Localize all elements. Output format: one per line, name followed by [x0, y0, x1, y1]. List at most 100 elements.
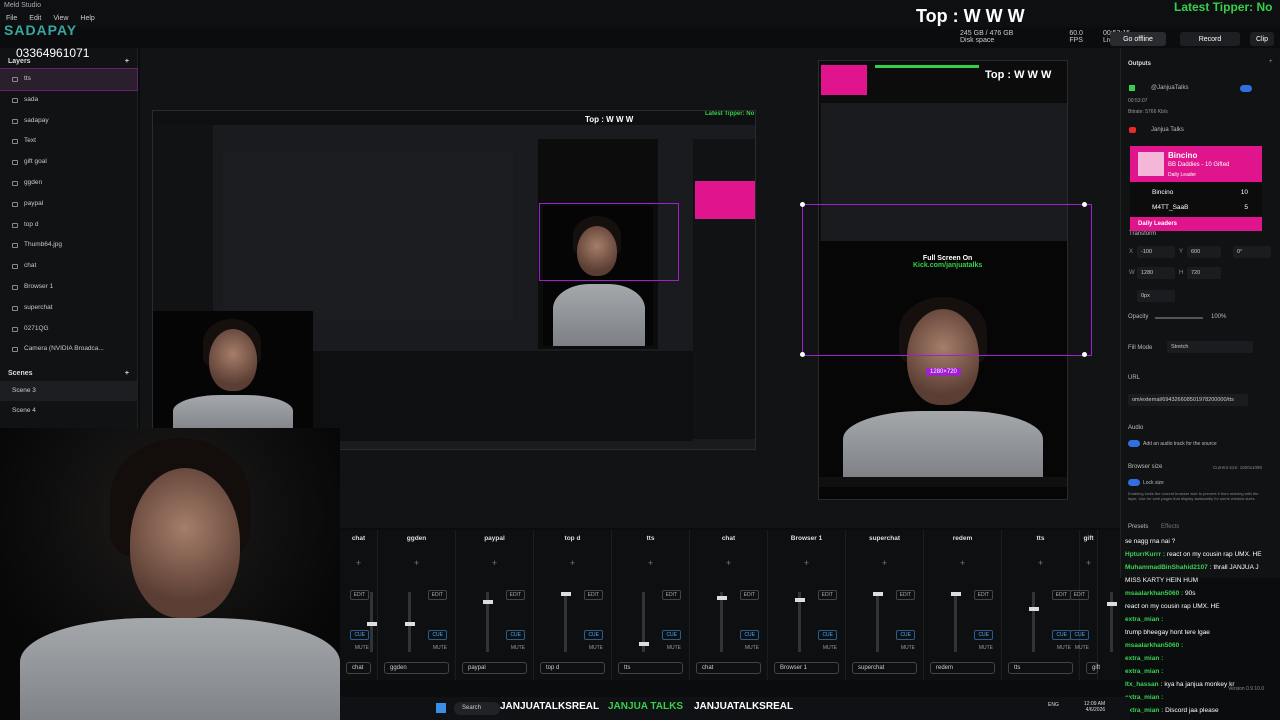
- edit-button[interactable]: EDIT: [1051, 590, 1071, 600]
- clip-button[interactable]: Clip: [1250, 32, 1274, 46]
- resize-handle[interactable]: [1082, 202, 1087, 207]
- rotation-field[interactable]: 0°: [1233, 246, 1271, 258]
- layer-item[interactable]: top d: [0, 215, 137, 236]
- edit-button[interactable]: EDIT: [583, 590, 603, 600]
- layer-item[interactable]: chat: [0, 256, 137, 277]
- volume-fader[interactable]: [794, 592, 805, 652]
- edit-button[interactable]: EDIT: [349, 590, 369, 600]
- y-field[interactable]: 600: [1187, 246, 1221, 258]
- mute-button[interactable]: MUTE: [979, 645, 993, 651]
- fader-knob[interactable]: [1028, 607, 1039, 611]
- fader-knob[interactable]: [794, 598, 805, 602]
- volume-fader[interactable]: [1106, 592, 1117, 652]
- url-field[interactable]: om/external/694326608501978200000/tts: [1128, 394, 1248, 406]
- fader-knob[interactable]: [404, 622, 415, 626]
- lock-size-toggle[interactable]: [1128, 479, 1140, 486]
- channel-footer[interactable]: top d: [540, 662, 605, 674]
- x-field[interactable]: -100: [1137, 246, 1175, 258]
- cue-button[interactable]: CUE: [428, 630, 447, 640]
- selected-layer-bounds[interactable]: [802, 204, 1092, 356]
- volume-fader[interactable]: [950, 592, 961, 652]
- channel-footer[interactable]: tts: [618, 662, 683, 674]
- volume-fader[interactable]: [872, 592, 883, 652]
- cue-button[interactable]: CUE: [740, 630, 759, 640]
- channel-footer[interactable]: Browser 1: [774, 662, 839, 674]
- record-button[interactable]: Record: [1180, 32, 1240, 46]
- layer-item[interactable]: Camera (NVIDIA Broadca...: [0, 339, 137, 360]
- add-filter-button[interactable]: +: [340, 558, 377, 568]
- layer-item[interactable]: gift goal: [0, 152, 137, 173]
- fader-knob[interactable]: [366, 622, 377, 626]
- mute-button[interactable]: MUTE: [901, 645, 915, 651]
- fader-knob[interactable]: [716, 596, 727, 600]
- output-toggle[interactable]: [1240, 85, 1252, 92]
- add-filter-button[interactable]: +: [456, 558, 533, 568]
- resize-handle[interactable]: [1082, 352, 1087, 357]
- cue-button[interactable]: CUE: [350, 630, 369, 640]
- fader-knob[interactable]: [638, 642, 649, 646]
- fill-mode-select[interactable]: Stretch: [1167, 341, 1253, 353]
- channel-footer[interactable]: paypal: [462, 662, 527, 674]
- mute-button[interactable]: MUTE: [1057, 645, 1071, 651]
- windows-icon[interactable]: [436, 703, 446, 713]
- add-layer-button[interactable]: +: [125, 58, 129, 65]
- edit-button[interactable]: EDIT: [427, 590, 447, 600]
- add-filter-button[interactable]: +: [378, 558, 455, 568]
- volume-fader[interactable]: [366, 592, 377, 652]
- mute-button[interactable]: MUTE: [433, 645, 447, 651]
- add-filter-button[interactable]: +: [768, 558, 845, 568]
- edit-button[interactable]: EDIT: [661, 590, 681, 600]
- radius-field[interactable]: 0px: [1137, 290, 1175, 302]
- add-filter-button[interactable]: +: [1080, 558, 1097, 568]
- cue-button[interactable]: CUE: [584, 630, 603, 640]
- add-filter-button[interactable]: +: [690, 558, 767, 568]
- layer-item[interactable]: superchat: [0, 298, 137, 319]
- add-scene-button[interactable]: +: [125, 370, 129, 377]
- fader-knob[interactable]: [1106, 602, 1117, 606]
- edit-button[interactable]: EDIT: [973, 590, 993, 600]
- cue-button[interactable]: CUE: [1070, 630, 1089, 640]
- layer-item[interactable]: sadapay: [0, 111, 137, 132]
- cue-button[interactable]: CUE: [818, 630, 837, 640]
- layer-item[interactable]: sada: [0, 90, 137, 111]
- mute-button[interactable]: MUTE: [355, 645, 369, 651]
- tab-presets[interactable]: Presets: [1128, 524, 1148, 530]
- width-field[interactable]: 1280: [1137, 267, 1175, 279]
- cue-button[interactable]: CUE: [974, 630, 993, 640]
- scene-item[interactable]: Scene 4: [0, 401, 137, 421]
- menu-help[interactable]: Help: [80, 15, 94, 23]
- channel-footer[interactable]: chat: [346, 662, 371, 674]
- volume-fader[interactable]: [638, 592, 649, 652]
- fader-knob[interactable]: [482, 600, 493, 604]
- add-filter-button[interactable]: +: [1002, 558, 1079, 568]
- volume-fader[interactable]: [716, 592, 727, 652]
- mute-button[interactable]: MUTE: [511, 645, 525, 651]
- scene-item[interactable]: Scene 3: [0, 381, 137, 402]
- fader-knob[interactable]: [560, 592, 571, 596]
- cue-button[interactable]: CUE: [1052, 630, 1071, 640]
- layer-item[interactable]: tts: [0, 68, 138, 91]
- channel-footer[interactable]: superchat: [852, 662, 917, 674]
- add-filter-button[interactable]: +: [534, 558, 611, 568]
- cue-button[interactable]: CUE: [896, 630, 915, 640]
- volume-fader[interactable]: [1028, 592, 1039, 652]
- edit-button[interactable]: EDIT: [817, 590, 837, 600]
- fader-knob[interactable]: [950, 592, 961, 596]
- layer-item[interactable]: paypal: [0, 194, 137, 215]
- resize-handle[interactable]: [800, 352, 805, 357]
- fader-knob[interactable]: [872, 592, 883, 596]
- layer-item[interactable]: ggden: [0, 173, 137, 194]
- mute-button[interactable]: MUTE: [667, 645, 681, 651]
- go-offline-button[interactable]: Go offline: [1110, 32, 1166, 46]
- resize-handle[interactable]: [800, 202, 805, 207]
- layer-item[interactable]: 0271QG: [0, 319, 137, 340]
- volume-fader[interactable]: [560, 592, 571, 652]
- taskbar-search[interactable]: Search: [454, 702, 500, 715]
- volume-fader[interactable]: [404, 592, 415, 652]
- channel-footer[interactable]: tts: [1008, 662, 1073, 674]
- opacity-slider[interactable]: [1155, 317, 1203, 319]
- add-filter-button[interactable]: +: [924, 558, 1001, 568]
- channel-footer[interactable]: gift: [1086, 662, 1100, 674]
- height-field[interactable]: 720: [1187, 267, 1221, 279]
- channel-footer[interactable]: ggden: [384, 662, 449, 674]
